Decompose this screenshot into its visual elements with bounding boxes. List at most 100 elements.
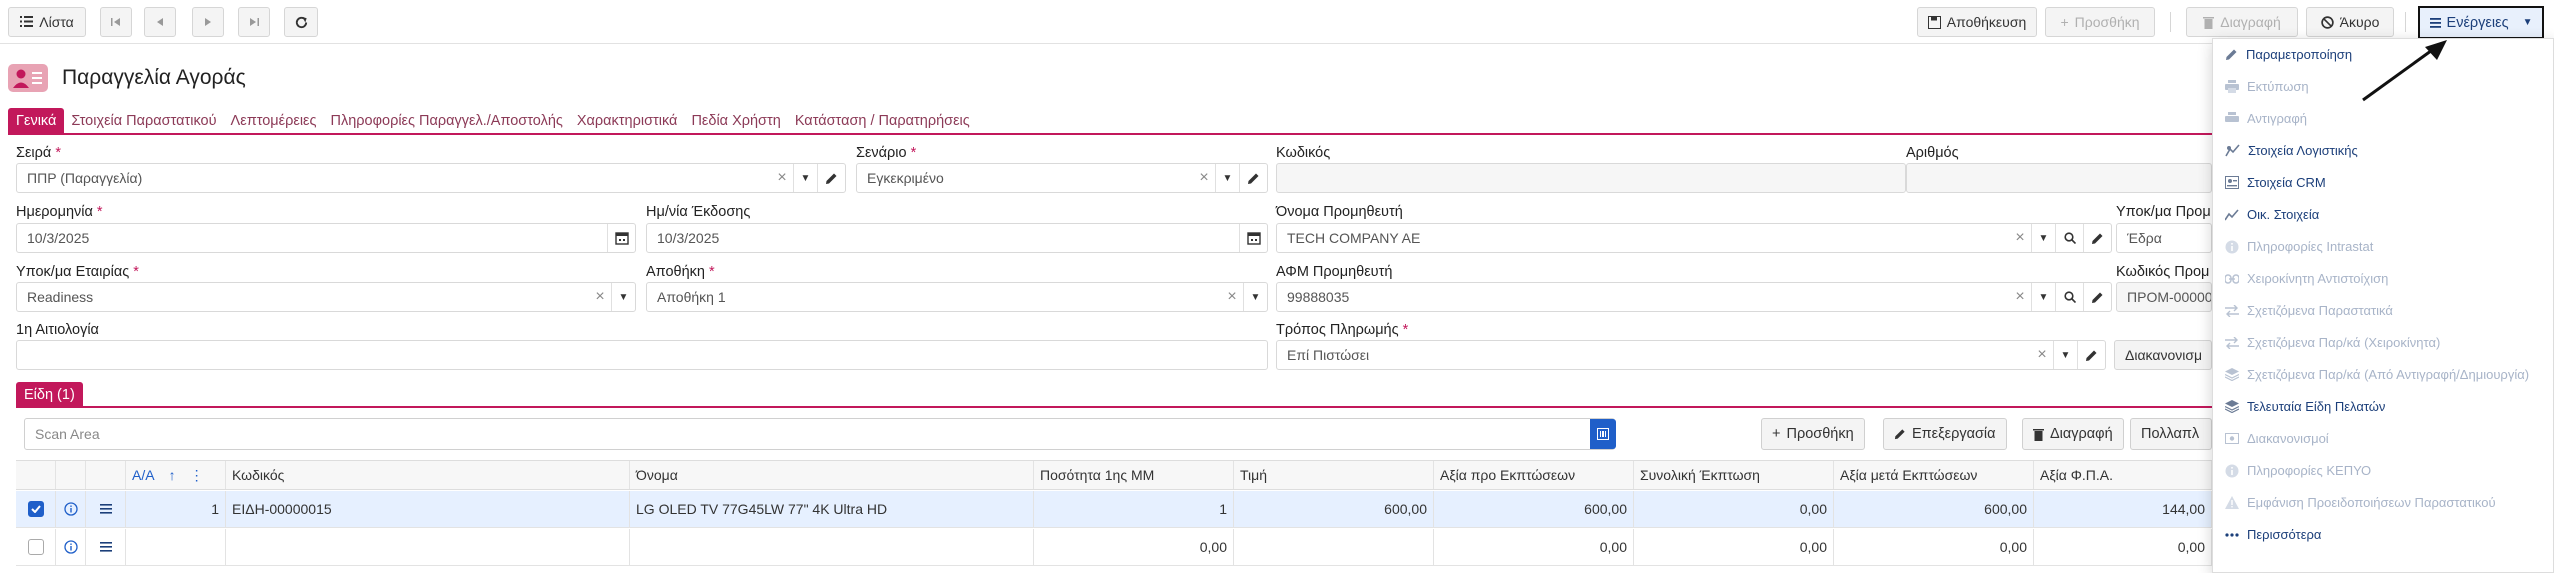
first-record-button[interactable] xyxy=(100,7,132,37)
grid-delete-button[interactable]: Διαγραφή xyxy=(2022,418,2124,450)
clear-icon[interactable]: × xyxy=(2031,346,2053,364)
row-checkbox[interactable] xyxy=(27,539,44,555)
chevron-down-icon[interactable]: ▼ xyxy=(1215,164,1239,192)
refresh-button[interactable] xyxy=(284,7,318,37)
tab-general[interactable]: Γενικά xyxy=(8,108,65,134)
supplier-vat-field[interactable]: 99888035 × ▼ xyxy=(1276,282,2112,312)
column-menu-icon[interactable]: ⋮ xyxy=(190,467,204,484)
chevron-down-icon[interactable]: ▼ xyxy=(2031,283,2055,311)
row-checkbox[interactable] xyxy=(27,501,44,517)
list-button[interactable]: Λίστα xyxy=(8,7,86,37)
edit-icon[interactable] xyxy=(2077,341,2105,369)
series-value: ΠΠΡ (Παραγγελία) xyxy=(27,170,143,186)
clear-icon[interactable]: × xyxy=(1193,169,1215,187)
clear-icon[interactable]: × xyxy=(1221,288,1243,306)
save-button[interactable]: Αποθήκευση xyxy=(1917,7,2037,37)
menu-item-related-docs-manual[interactable]: Σχετιζόμενα Παρ/κά (Χειροκίνητα) xyxy=(2225,335,2440,350)
menu-item-copy[interactable]: Αντιγραφή xyxy=(2225,111,2307,126)
sort-up-icon[interactable]: ↑ xyxy=(169,467,176,483)
header-value-before[interactable]: Αξία προ Εκπτώσεων xyxy=(1434,461,1634,489)
edit-icon[interactable] xyxy=(2083,224,2111,252)
menu-item-warnings[interactable]: Εμφάνιση Προειδοποιήσεων Παραστατικού xyxy=(2225,495,2496,510)
grid-edit-button[interactable]: Επεξεργασία xyxy=(1883,418,2007,450)
header-value-after[interactable]: Αξία μετά Εκπτώσεων xyxy=(1834,461,2034,489)
header-name[interactable]: Όνομα xyxy=(630,461,1034,489)
scenario-field[interactable]: Εγκεκριμένο × ▼ xyxy=(856,163,1268,193)
header-code[interactable]: Κωδικός xyxy=(226,461,630,489)
edit-icon[interactable] xyxy=(2083,283,2111,311)
menu-item-intrastat[interactable]: Πληροφορίες Intrastat xyxy=(2225,239,2373,254)
tab-details[interactable]: Λεπτομέρειες xyxy=(224,108,324,134)
edit-icon[interactable] xyxy=(817,164,845,192)
arrangements-button[interactable]: Διακανονισμ xyxy=(2114,340,2212,370)
edit-icon[interactable] xyxy=(1239,164,1267,192)
grid-multi-button[interactable]: Πολλαπλ xyxy=(2130,418,2212,450)
info-icon[interactable] xyxy=(56,529,86,565)
menu-item-last-customer-items[interactable]: Τελευταία Είδη Πελατών xyxy=(2225,399,2385,414)
table-row[interactable]: 1 ΕΙΔΗ-00000015 LG OLED TV 77G45LW 77" 4… xyxy=(16,491,2212,528)
header-aa[interactable]: Α/Α ↑ ⋮ xyxy=(126,461,226,489)
menu-item-more[interactable]: Περισσότερα xyxy=(2225,527,2321,542)
header-price[interactable]: Τιμή xyxy=(1234,461,1434,489)
row-menu-icon[interactable] xyxy=(86,529,126,565)
menu-item-crm[interactable]: Στοιχεία CRM xyxy=(2225,175,2326,190)
tab-characteristics[interactable]: Χαρακτηριστικά xyxy=(570,108,685,134)
tab-user-fields[interactable]: Πεδία Χρήστη xyxy=(684,108,787,134)
tab-document-details[interactable]: Στοιχεία Παραστατικού xyxy=(64,108,223,134)
layers-icon xyxy=(2225,368,2239,381)
clear-icon[interactable]: × xyxy=(2009,229,2031,247)
tab-status-notes[interactable]: Κατάσταση / Παρατηρήσεις xyxy=(788,108,977,134)
clear-icon[interactable]: × xyxy=(2009,288,2031,306)
next-record-button[interactable] xyxy=(192,7,224,37)
menu-item-manual-matching[interactable]: Χειροκίνητη Αντιστοίχιση xyxy=(2225,271,2388,286)
search-icon[interactable] xyxy=(2055,283,2083,311)
scan-area-input[interactable]: Scan Area xyxy=(24,418,1615,450)
chevron-down-icon[interactable]: ▼ xyxy=(2053,341,2077,369)
chevron-down-icon[interactable]: ▼ xyxy=(793,164,817,192)
menu-item-settlements[interactable]: Διακανονισμοί xyxy=(2225,431,2329,446)
add-button[interactable]: + Προσθήκη xyxy=(2045,7,2155,37)
calendar-icon[interactable] xyxy=(1239,224,1267,252)
next-icon xyxy=(205,18,211,26)
menu-item-kepyo[interactable]: Πληροφορίες ΚΕΠΥΟ xyxy=(2225,463,2371,478)
reason-field[interactable] xyxy=(16,340,1268,370)
payment-field[interactable]: Επί Πιστώσει × ▼ xyxy=(1276,340,2106,370)
menu-item-financial[interactable]: Οικ. Στοιχεία xyxy=(2225,207,2319,222)
chevron-down-icon[interactable]: ▼ xyxy=(2031,224,2055,252)
company-branch-field[interactable]: Readiness × ▼ xyxy=(16,282,636,312)
issue-date-field[interactable]: 10/3/2025 xyxy=(646,223,1268,253)
last-record-button[interactable] xyxy=(238,7,270,37)
date-field[interactable]: 10/3/2025 xyxy=(16,223,636,253)
layers-icon xyxy=(2225,400,2239,413)
search-icon[interactable] xyxy=(2055,224,2083,252)
supplier-name-field[interactable]: TECH COMPANY AE × ▼ xyxy=(1276,223,2112,253)
row-menu-icon[interactable] xyxy=(86,491,126,527)
chevron-down-icon[interactable]: ▼ xyxy=(611,283,635,311)
series-field[interactable]: ΠΠΡ (Παραγγελία) × ▼ xyxy=(16,163,846,193)
barcode-scan-button[interactable] xyxy=(1590,419,1616,449)
header-qty[interactable]: Ποσότητα 1ης ΜΜ xyxy=(1034,461,1234,489)
delete-button[interactable]: Διαγραφή xyxy=(2186,7,2298,37)
grid-add-button[interactable]: + Προσθήκη xyxy=(1761,418,1865,450)
table-row[interactable]: 0,00 0,00 0,00 0,00 0,00 xyxy=(16,529,2212,566)
tab-items[interactable]: Είδη (1) xyxy=(16,382,83,408)
previous-record-button[interactable] xyxy=(144,7,176,37)
menu-item-related-docs[interactable]: Σχετιζόμενα Παραστατικά xyxy=(2225,303,2393,318)
menu-item-related-docs-copy[interactable]: Σχετιζόμενα Παρ/κά (Από Αντιγραφή/Δημιου… xyxy=(2225,367,2529,382)
header-discount[interactable]: Συνολική Έκπτωση xyxy=(1634,461,1834,489)
warehouse-field[interactable]: Αποθήκη 1 × ▼ xyxy=(646,282,1268,312)
menu-item-accounting[interactable]: Στοιχεία Λογιστικής xyxy=(2225,143,2358,158)
clear-icon[interactable]: × xyxy=(771,169,793,187)
clear-icon[interactable]: × xyxy=(589,288,611,306)
cancel-button[interactable]: Άκυρο xyxy=(2306,7,2394,37)
supplier-branch-field[interactable]: Έδρα xyxy=(2116,223,2212,253)
actions-dropdown-button[interactable]: Ενέργειες ▼ xyxy=(2418,6,2544,39)
tab-order-shipping-info[interactable]: Πληροφορίες Παραγγελ./Αποστολής xyxy=(324,108,570,134)
header-vat[interactable]: Αξία Φ.Π.Α. xyxy=(2034,461,2212,489)
chevron-down-icon[interactable]: ▼ xyxy=(1243,283,1267,311)
menu-item-print[interactable]: Εκτύπωση xyxy=(2225,79,2309,94)
info-icon[interactable] xyxy=(56,491,86,527)
menu-item-customize[interactable]: Παραμετροποίηση xyxy=(2225,47,2352,62)
supplier-vat-value: 99888035 xyxy=(1287,289,1350,305)
calendar-icon[interactable] xyxy=(607,224,635,252)
